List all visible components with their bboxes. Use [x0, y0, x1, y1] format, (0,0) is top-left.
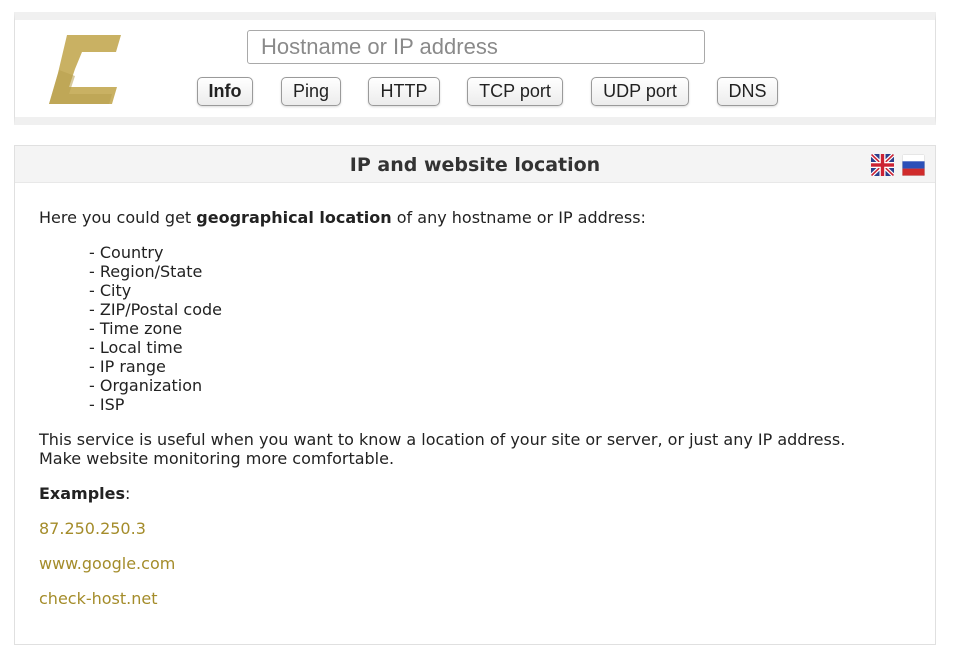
intro-text: Here you could get geographical location… [39, 208, 845, 227]
examples-colon: : [125, 484, 131, 503]
examples-label: Examples: [39, 484, 845, 503]
list-item: - Local time [89, 338, 183, 357]
list-item: - ISP [89, 395, 125, 414]
tab-info[interactable]: Info [197, 77, 253, 106]
tab-http[interactable]: HTTP [368, 77, 440, 106]
tab-udp-port[interactable]: UDP port [591, 77, 689, 106]
list-item: - ZIP/Postal code [89, 300, 222, 319]
main-panel: IP and website location Here you could g… [14, 145, 936, 645]
example-link-google[interactable]: www.google.com [39, 554, 845, 573]
uk-flag-icon[interactable] [871, 154, 894, 176]
tab-tcp-port[interactable]: TCP port [467, 77, 563, 106]
intro-prefix: Here you could get [39, 208, 197, 227]
content-area: Here you could get geographical location… [39, 208, 845, 608]
examples-heading: Examples [39, 484, 126, 503]
intro-suffix: of any hostname or IP address: [391, 208, 646, 227]
tab-dns[interactable]: DNS [717, 77, 778, 106]
list-item: - IP range [89, 357, 166, 376]
main-header: IP and website location [15, 146, 935, 183]
list-item: - City [89, 281, 132, 300]
example-link-checkhost[interactable]: check-host.net [39, 589, 845, 608]
description-line-2: Make website monitoring more comfortable… [39, 449, 395, 468]
russia-flag-icon[interactable] [902, 154, 925, 176]
list-item: - Time zone [89, 319, 183, 338]
description: This service is useful when you want to … [39, 430, 845, 468]
feature-list: - Country - Region/State - City - ZIP/Po… [89, 243, 845, 414]
list-item: - Organization [89, 376, 203, 395]
tab-ping[interactable]: Ping [281, 77, 341, 106]
page-title: IP and website location [349, 154, 601, 176]
search-input[interactable] [247, 30, 705, 64]
description-line-1: This service is useful when you want to … [39, 430, 846, 449]
intro-bold: geographical location [196, 208, 392, 227]
header-panel: Info Ping HTTP TCP port UDP port DNS [14, 12, 936, 125]
example-link-ip[interactable]: 87.250.250.3 [39, 519, 845, 538]
list-item: - Country [89, 243, 164, 262]
check-host-logo[interactable] [49, 35, 121, 105]
list-item: - Region/State [89, 262, 203, 281]
